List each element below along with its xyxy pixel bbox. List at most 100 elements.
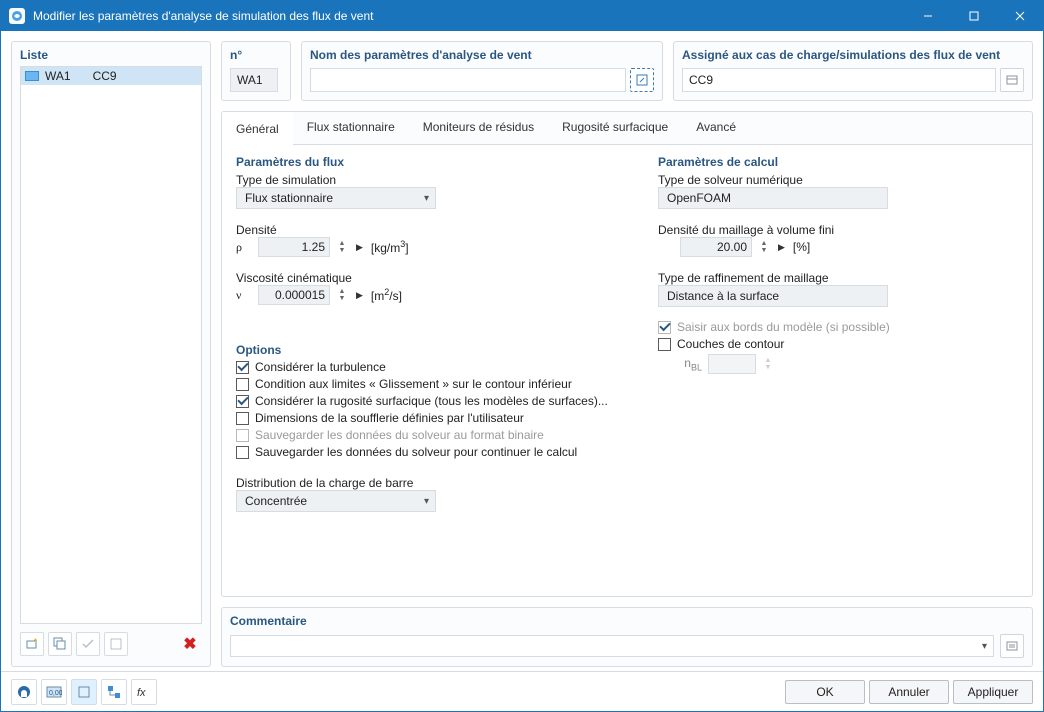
refine-value: Distance à la surface (667, 289, 779, 303)
density-symbol: ρ (236, 240, 252, 255)
refine-select[interactable]: Distance à la surface (658, 285, 888, 307)
name-label: Nom des paramètres d'analyse de vent (310, 48, 654, 62)
opt-turbulence[interactable]: Considérer la turbulence (236, 360, 638, 374)
units-button[interactable]: 0,00 (41, 679, 67, 705)
mesh-density-unit: [%] (793, 240, 810, 254)
tree-button[interactable] (101, 679, 127, 705)
dialog-window: Modifier les paramètres d'analyse de sim… (0, 0, 1044, 712)
density-input[interactable]: 1.25 (258, 237, 330, 257)
dialog-body: Liste WA1 CC9 ✖ (1, 31, 1043, 711)
apply-button[interactable]: Appliquer (953, 680, 1033, 704)
calc-group: Paramètres de calcul Type de solveur num… (658, 155, 1018, 374)
density-row: ρ 1.25 ▲▼ ▶ [kg/m3] (236, 237, 638, 257)
checkbox-icon (236, 429, 249, 442)
viscosity-symbol: ν (236, 288, 252, 303)
viscosity-apply-icon[interactable]: ▶ (356, 290, 363, 301)
opt-roughness[interactable]: Considérer la rugosité surfacique (tous … (236, 394, 638, 408)
comment-panel: Commentaire ▾ (221, 607, 1033, 667)
checkbox-icon (236, 395, 249, 408)
checkbox-icon (236, 412, 249, 425)
help-button[interactable] (11, 679, 37, 705)
titlebar: Modifier les paramètres d'analyse de sim… (1, 1, 1043, 31)
view-button[interactable] (71, 679, 97, 705)
tab-residual-monitors[interactable]: Moniteurs de résidus (409, 112, 548, 144)
density-label: Densité (236, 223, 638, 237)
mesh-density-spinner[interactable]: ▲▼ (758, 240, 770, 254)
nbl-row: nBL ▲▼ (678, 354, 1018, 374)
minimize-button[interactable] (905, 1, 951, 31)
opt-slip[interactable]: Condition aux limites « Glissement » sur… (236, 377, 638, 391)
checkbox-icon (236, 378, 249, 391)
opt-layers[interactable]: Couches de contour (658, 337, 1018, 351)
comment-library-button[interactable] (1000, 634, 1024, 658)
list-item[interactable]: WA1 CC9 (21, 67, 201, 85)
flow-title: Paramètres du flux (236, 155, 638, 169)
solver-value: OpenFOAM (667, 191, 731, 205)
solver-select[interactable]: OpenFOAM (658, 187, 888, 209)
comment-title: Commentaire (230, 614, 1024, 628)
list-panel: Liste WA1 CC9 ✖ (11, 41, 211, 667)
left-panel: Liste WA1 CC9 ✖ (11, 41, 211, 667)
opt-save-continue[interactable]: Sauvegarder les données du solveur pour … (236, 445, 638, 459)
delete-button[interactable]: ✖ (178, 634, 202, 654)
ok-button[interactable]: OK (785, 680, 865, 704)
name-input[interactable] (310, 68, 626, 92)
dist-select[interactable]: Concentrée ▾ (236, 490, 436, 512)
number-field-box: n° WA1 (221, 41, 291, 101)
uncheck-button[interactable] (104, 632, 128, 656)
close-button[interactable] (997, 1, 1043, 31)
chevron-down-icon: ▾ (982, 641, 987, 652)
assign-pick-button[interactable] (1000, 68, 1024, 92)
nbl-spinner: ▲▼ (762, 357, 774, 371)
list-area[interactable]: WA1 CC9 (20, 66, 202, 624)
mesh-density-input[interactable]: 20.00 (680, 237, 752, 257)
viscosity-input[interactable]: 0.000015 (258, 285, 330, 305)
tab-general[interactable]: Général (222, 112, 293, 145)
opt-snap: Saisir aux bords du modèle (si possible) (658, 320, 1018, 334)
edit-name-button[interactable] (630, 68, 654, 92)
wind-analysis-icon (25, 71, 39, 81)
fx-button[interactable]: fx (131, 679, 157, 705)
checkbox-icon (236, 446, 249, 459)
tab-advanced[interactable]: Avancé (682, 112, 750, 144)
top-fields: n° WA1 Nom des paramètres d'analyse de v… (221, 41, 1033, 101)
svg-text:0,00: 0,00 (49, 690, 62, 697)
assign-input[interactable]: CC9 (682, 68, 996, 92)
nbl-input (708, 354, 756, 374)
density-spinner[interactable]: ▲▼ (336, 240, 348, 254)
checkbox-icon (658, 338, 671, 351)
mesh-density-apply-icon[interactable]: ▶ (778, 242, 785, 253)
app-icon (9, 8, 25, 24)
tab-surface-roughness[interactable]: Rugosité surfacique (548, 112, 682, 144)
col-left: Paramètres du flux Type de simulation Fl… (236, 155, 638, 586)
sim-type-value: Flux stationnaire (245, 191, 333, 205)
main-panel: Général Flux stationnaire Moniteurs de r… (221, 111, 1033, 597)
copy-item-button[interactable] (48, 632, 72, 656)
sim-type-select[interactable]: Flux stationnaire ▾ (236, 187, 436, 209)
assign-field-box: Assigné aux cas de charge/simulations de… (673, 41, 1033, 101)
mesh-density-label: Densité du maillage à volume fini (658, 223, 1018, 237)
assign-label: Assigné aux cas de charge/simulations de… (682, 48, 1024, 62)
footer: 0,00 fx OK Annuler Appliquer (1, 671, 1043, 711)
list-item-code: WA1 (45, 69, 71, 83)
list-toolbar: ✖ (20, 630, 202, 658)
new-item-button[interactable] (20, 632, 44, 656)
viscosity-label: Viscosité cinématique (236, 271, 638, 285)
number-value[interactable]: WA1 (230, 68, 278, 92)
viscosity-unit: [m2/s] (371, 287, 402, 303)
tab-steady-flow[interactable]: Flux stationnaire (293, 112, 409, 144)
viscosity-spinner[interactable]: ▲▼ (336, 288, 348, 302)
tabs: Général Flux stationnaire Moniteurs de r… (222, 112, 1032, 145)
flow-group: Paramètres du flux Type de simulation Fl… (236, 155, 638, 305)
col-right: Paramètres de calcul Type de solveur num… (658, 155, 1018, 586)
opt-dims[interactable]: Dimensions de la soufflerie définies par… (236, 411, 638, 425)
calc-title: Paramètres de calcul (658, 155, 1018, 169)
maximize-button[interactable] (951, 1, 997, 31)
cancel-button[interactable]: Annuler (869, 680, 949, 704)
density-apply-icon[interactable]: ▶ (356, 242, 363, 253)
opt-save-binary: Sauvegarder les données du solveur au fo… (236, 428, 638, 442)
check-button[interactable] (76, 632, 100, 656)
mesh-density-row: 20.00 ▲▼ ▶ [%] (658, 237, 1018, 257)
comment-input[interactable]: ▾ (230, 635, 994, 657)
svg-text:fx: fx (137, 687, 146, 699)
